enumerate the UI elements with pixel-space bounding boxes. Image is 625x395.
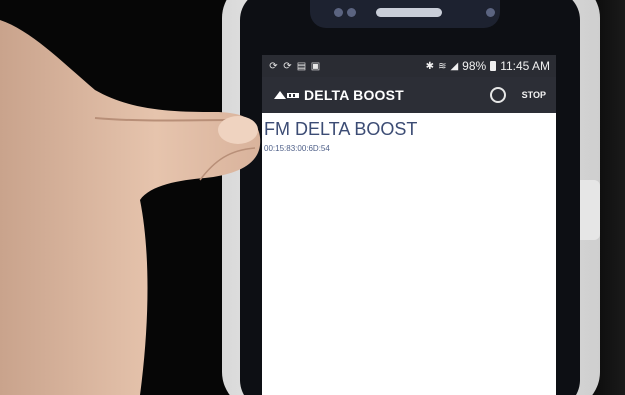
stop-button[interactable]: STOP bbox=[522, 90, 546, 100]
app-title: DELTA BOOST bbox=[304, 87, 404, 103]
sync-icon: ⟳ bbox=[283, 60, 292, 72]
status-right: ✱ ≋ ◢ 98% 11:45 AM bbox=[426, 59, 556, 73]
wifi-icon: ≋ bbox=[438, 60, 447, 72]
device-mac: 00:15:83:00:6D:54 bbox=[264, 144, 330, 153]
speaker-slot bbox=[376, 8, 442, 17]
clock: 11:45 AM bbox=[500, 59, 550, 73]
app-bar: DELTA BOOST STOP bbox=[262, 77, 556, 113]
image-icon: ▣ bbox=[310, 60, 321, 72]
camera-icon bbox=[486, 8, 495, 17]
photo-scene: ⟳ ⟳ ▤ ▣ ✱ ≋ ◢ 98% 11:45 AM DELTA BOOST S… bbox=[0, 0, 625, 395]
sensor-icon bbox=[347, 8, 356, 17]
notification-icons: ⟳ ⟳ ▤ ▣ bbox=[262, 61, 321, 72]
battery-icon bbox=[490, 61, 497, 71]
hand bbox=[0, 20, 261, 395]
battery-percent: 98% bbox=[462, 59, 487, 73]
progress-spinner-icon bbox=[489, 87, 506, 103]
status-bar: ⟳ ⟳ ▤ ▣ ✱ ≋ ◢ 98% 11:45 AM bbox=[262, 55, 556, 77]
device-name[interactable]: FM DELTA BOOST bbox=[264, 119, 417, 140]
sensor-icon bbox=[334, 8, 343, 17]
signal-icon: ◢ bbox=[450, 60, 459, 72]
doc-icon: ▤ bbox=[296, 60, 307, 72]
delta-logo-icon bbox=[274, 91, 299, 99]
bluetooth-icon: ✱ bbox=[425, 60, 435, 72]
device-list bbox=[262, 113, 556, 395]
